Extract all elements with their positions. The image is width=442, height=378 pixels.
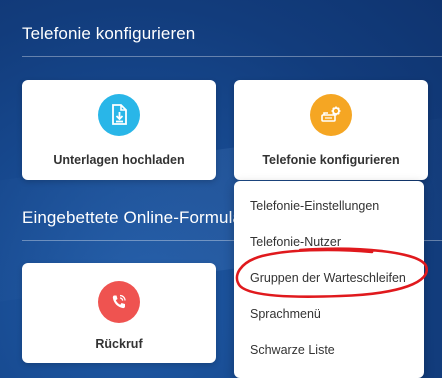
- section-divider: [22, 56, 442, 57]
- configure-telephony-label: Telefonie konfigurieren: [262, 153, 400, 167]
- menu-item-blacklist[interactable]: Schwarze Liste: [250, 343, 335, 357]
- menu-item-telephony-users[interactable]: Telefonie-Nutzer: [250, 235, 341, 249]
- phone-callback-icon: [98, 281, 140, 323]
- upload-documents-card[interactable]: Unterlagen hochladen: [22, 80, 216, 180]
- callback-label: Rückruf: [95, 337, 143, 351]
- section-title-forms: Eingebettete Online-Formulare: [22, 208, 258, 227]
- callback-card[interactable]: Rückruf: [22, 263, 216, 363]
- phone-settings-icon: [310, 94, 352, 136]
- telephony-dropdown-menu: Telefonie-Einstellungen Telefonie-Nutzer…: [234, 181, 424, 378]
- menu-item-queue-groups[interactable]: Gruppen der Warteschleifen: [250, 271, 406, 285]
- section-title-telephony: Telefonie konfigurieren: [22, 24, 196, 43]
- document-upload-icon: [98, 94, 140, 136]
- upload-documents-label: Unterlagen hochladen: [53, 153, 185, 167]
- menu-item-telephony-settings[interactable]: Telefonie-Einstellungen: [250, 199, 379, 213]
- configure-telephony-card[interactable]: Telefonie konfigurieren: [234, 80, 428, 180]
- menu-item-voice-menu[interactable]: Sprachmenü: [250, 307, 321, 321]
